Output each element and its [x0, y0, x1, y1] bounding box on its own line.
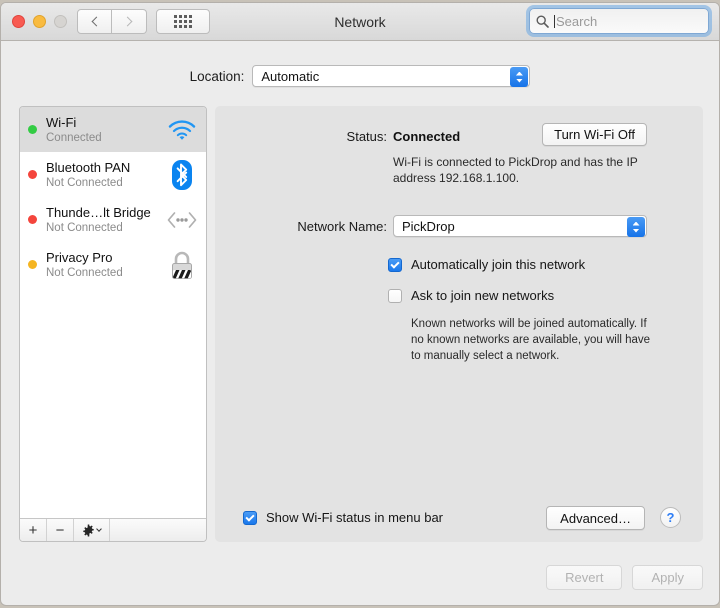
- service-state: Not Connected: [46, 221, 123, 234]
- service-list-item[interactable]: Wi-Fi Connected: [20, 107, 206, 152]
- add-service-button[interactable]: +: [20, 519, 47, 541]
- remove-service-button[interactable]: −: [47, 519, 74, 541]
- ask-join-label: Ask to join new networks: [411, 288, 555, 303]
- show-status-label: Show Wi-Fi status in menu bar: [266, 510, 444, 525]
- chevron-updown-icon[interactable]: [627, 217, 645, 237]
- auto-join-checkbox[interactable]: [388, 258, 402, 272]
- lock-icon: [165, 248, 199, 282]
- location-value: Automatic: [261, 68, 320, 84]
- check-icon: [245, 511, 255, 522]
- toolbar-filler: [110, 519, 206, 541]
- service-actions-button[interactable]: [74, 519, 110, 541]
- service-text: Privacy Pro Not Connected: [46, 250, 165, 280]
- chevron-down-icon: [96, 526, 102, 532]
- service-list-toolbar: + −: [20, 518, 206, 541]
- status-label: Status:: [346, 129, 387, 144]
- network-name-popup-button[interactable]: PickDrop: [393, 215, 647, 237]
- auto-join-checkbox-row[interactable]: Automatically join this network: [388, 257, 585, 272]
- chevron-updown-icon[interactable]: [510, 67, 529, 87]
- network-name-label: Network Name:: [297, 219, 387, 234]
- service-list-item[interactable]: Thunde…lt Bridge Not Connected: [20, 197, 206, 242]
- service-text: Thunde…lt Bridge Not Connected: [46, 205, 165, 235]
- status-indicator-dot: [28, 260, 37, 269]
- service-name: Bluetooth PAN: [46, 159, 131, 175]
- search-field[interactable]: [529, 8, 709, 34]
- location-label: Location:: [189, 68, 245, 84]
- revert-button[interactable]: Revert: [546, 565, 623, 590]
- location-row: Location: Automatic: [1, 60, 719, 92]
- service-list: Wi-Fi Connected Bluetooth PAN Not Connecte…: [20, 107, 206, 518]
- status-description: Wi-Fi is connected to PickDrop and has t…: [393, 155, 638, 185]
- apply-button[interactable]: Apply: [632, 565, 703, 590]
- join-description: Known networks will be joined automatica…: [411, 318, 651, 362]
- service-list-item[interactable]: Privacy Pro Not Connected: [20, 242, 206, 287]
- thunderbolt-bridge-icon: [165, 203, 199, 237]
- wifi-settings-panel: Status: Connected Turn Wi-Fi Off Wi-Fi i…: [215, 106, 703, 542]
- service-state: Not Connected: [46, 266, 123, 279]
- text-caret: [554, 14, 555, 28]
- service-state: Not Connected: [46, 176, 123, 189]
- footer-buttons: Revert Apply: [546, 565, 703, 590]
- search-input[interactable]: [556, 13, 696, 29]
- bluetooth-icon: [165, 158, 199, 192]
- status-value: Connected: [393, 129, 461, 144]
- location-popup-button[interactable]: Automatic: [252, 65, 531, 87]
- service-state: Connected: [46, 131, 102, 144]
- auto-join-label: Automatically join this network: [411, 257, 586, 272]
- service-name: Wi-Fi: [46, 114, 77, 130]
- service-text: Bluetooth PAN Not Connected: [46, 160, 165, 190]
- ask-join-checkbox[interactable]: [388, 289, 402, 303]
- show-status-checkbox-row[interactable]: Show Wi-Fi status in menu bar: [243, 510, 443, 525]
- service-list-item[interactable]: Bluetooth PAN Not Connected: [20, 152, 206, 197]
- help-button[interactable]: ?: [660, 507, 681, 528]
- advanced-button[interactable]: Advanced…: [546, 506, 645, 530]
- turn-wifi-off-button[interactable]: Turn Wi-Fi Off: [542, 123, 647, 146]
- status-indicator-dot: [28, 125, 37, 134]
- network-name-value: PickDrop: [402, 218, 455, 234]
- gear-icon: [83, 523, 94, 537]
- check-icon: [390, 258, 400, 269]
- service-text: Wi-Fi Connected: [46, 115, 165, 145]
- network-preferences-window: Network Location: Automatic Wi-FiConnect…: [0, 2, 720, 606]
- wifi-icon: [165, 113, 199, 147]
- service-name: Privacy Pro: [46, 249, 113, 265]
- show-status-checkbox[interactable]: [243, 511, 257, 525]
- title-bar: Network: [1, 3, 719, 41]
- service-list-panel: Wi-Fi Connected Bluetooth PAN Not Connecte…: [19, 106, 207, 542]
- service-name: Thunde…lt Bridge: [46, 204, 151, 220]
- status-indicator-dot: [28, 215, 37, 224]
- search-icon: [536, 14, 549, 28]
- status-indicator-dot: [28, 170, 37, 179]
- ask-join-checkbox-row[interactable]: Ask to join new networks: [388, 288, 554, 303]
